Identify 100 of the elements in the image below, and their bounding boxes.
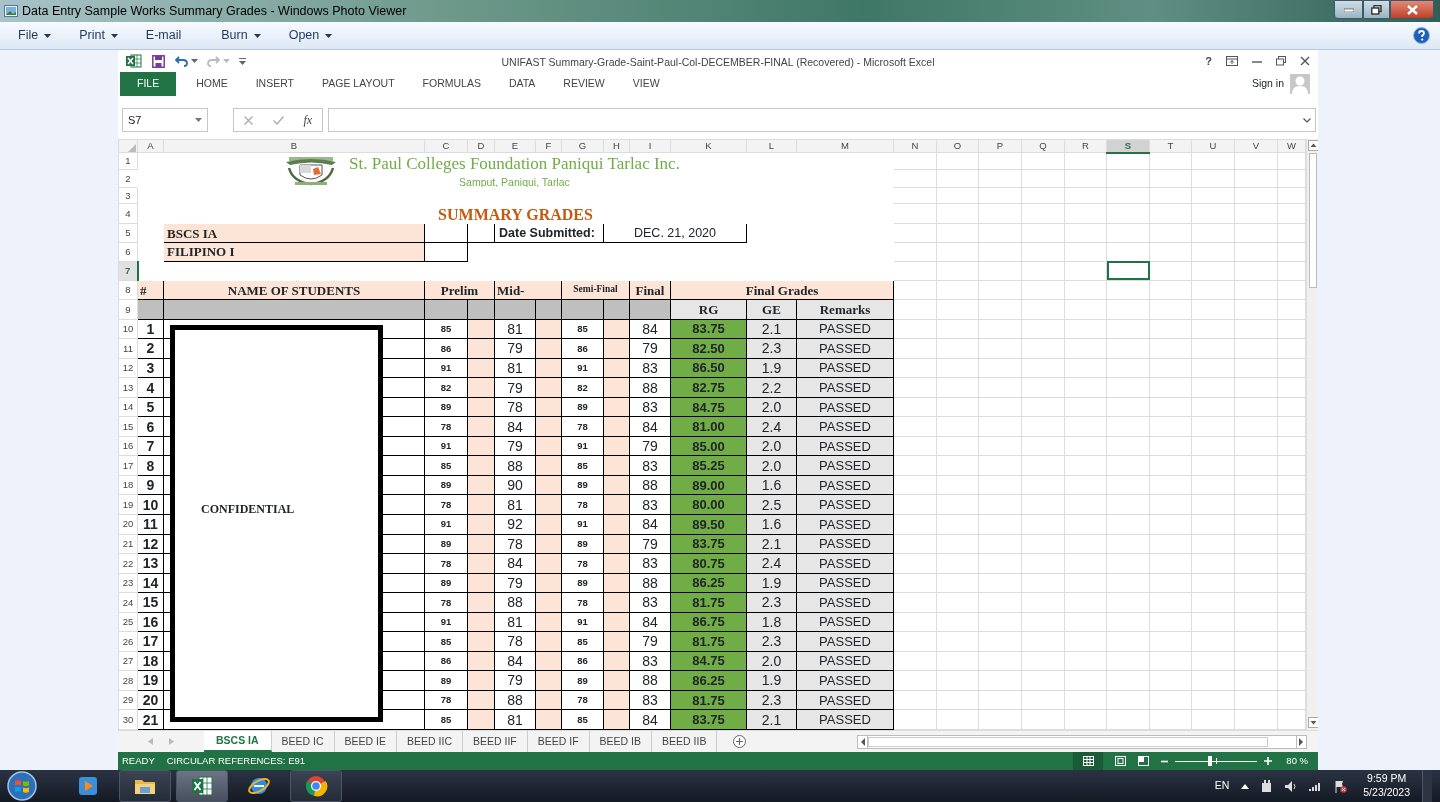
scroll-down-icon[interactable] [1308,717,1318,728]
menu-item[interactable]: Print [79,26,130,45]
language-indicator[interactable]: EN [1214,778,1230,794]
table-cell: 83 [629,455,671,476]
name-box[interactable]: S7 [122,108,208,132]
date-label: Date Submitted: [494,223,604,243]
ribbon-tab[interactable]: PAGE LAYOUT [308,72,409,96]
column-header[interactable]: N [893,139,937,153]
column-header[interactable]: W [1277,139,1306,153]
power-icon[interactable] [1261,779,1274,793]
column-header[interactable]: P [978,139,1022,153]
ribbon-display-icon[interactable] [1226,56,1238,66]
table-cell: 4 [137,377,164,398]
table-cell: 83 [629,651,671,671]
column-header[interactable]: D [467,139,495,153]
page-layout-icon[interactable] [1115,756,1127,766]
taskbar-button[interactable] [290,770,342,802]
restore-icon[interactable] [1276,56,1286,66]
signal-icon[interactable] [1309,781,1323,791]
column-header[interactable]: G [561,139,604,153]
menu-item[interactable]: Burn [221,26,273,45]
menu-item[interactable]: File [18,26,64,45]
column-header[interactable]: L [746,139,797,153]
ribbon-tab[interactable]: VIEW [618,72,674,96]
menu-item[interactable]: Open [288,26,345,45]
column-header[interactable]: B [163,139,425,153]
clock-time[interactable]: 9:59 PM [1367,772,1407,786]
column-header[interactable]: T [1149,139,1192,153]
column-header[interactable]: O [936,139,979,153]
row-header[interactable]: 4 [118,203,138,224]
scrollbar-thumb[interactable] [868,736,1268,747]
formula-input[interactable] [328,108,1316,132]
add-sheet-icon[interactable] [733,735,747,748]
table-cell: 89 [424,397,468,417]
normal-view-button[interactable] [1073,752,1104,770]
close-button[interactable] [1390,0,1434,19]
table-cell: 79 [494,436,536,456]
close-icon[interactable] [1300,56,1310,66]
help-button[interactable]: ? [1205,52,1212,70]
minimize-button[interactable] [1334,0,1363,19]
column-header[interactable]: K [670,139,747,153]
help-icon[interactable] [1413,27,1430,44]
column-header[interactable]: R [1064,139,1107,153]
column-header[interactable]: S [1106,139,1150,153]
taskbar-button[interactable] [119,770,171,802]
scrollbar-thumb[interactable] [1309,153,1317,288]
table-cell: 78 [424,553,468,574]
column-heading: Final Grades [670,280,894,300]
column-header[interactable]: E [494,139,536,153]
school-address: Samput, Paniqui, Tarlac [459,176,570,187]
expand-icon[interactable] [1303,117,1311,123]
table-cell: 91 [561,436,604,456]
column-header[interactable]: F [535,139,562,153]
save-icon[interactable] [152,54,165,68]
column-header[interactable]: M [796,139,894,153]
page-break-icon[interactable] [1138,756,1150,766]
restore-button[interactable] [1363,0,1390,19]
column-header[interactable]: U [1191,139,1235,153]
close-icon [1406,4,1418,15]
slider-thumb[interactable] [1207,756,1212,766]
spreadsheet-icon[interactable] [126,54,142,68]
column-header[interactable]: V [1234,139,1278,153]
table-cell: 3 [137,358,164,378]
taskbar-button[interactable] [176,770,228,802]
column-header[interactable]: H [603,139,630,153]
horizontal-scrollbar[interactable] [857,734,1307,749]
zoom-slider[interactable] [1175,755,1258,767]
vertical-scrollbar[interactable] [1306,139,1318,730]
column-header[interactable]: C [424,139,468,153]
ribbon-tab[interactable]: DATA [494,72,550,96]
table-cell: 83 [629,553,671,574]
ribbon-tab[interactable]: HOME [182,72,242,96]
column-header[interactable]: I [629,139,671,153]
status-text: READY [122,753,155,768]
ribbon-tab[interactable]: FORMULAS [408,72,495,96]
insert-function-button[interactable]: fx [303,111,313,129]
column-header[interactable]: A [137,139,164,153]
customize-icon[interactable] [239,57,246,65]
table-cell: 81 [494,319,536,339]
column-header[interactable]: Q [1021,139,1065,153]
ribbon-tab[interactable]: REVIEW [549,72,619,96]
table-cell: 79 [494,377,536,398]
scroll-right-icon[interactable] [1296,735,1306,748]
sign-in-link[interactable]: Sign in [1251,76,1284,92]
table-cell: 79 [494,573,536,593]
scroll-up-icon[interactable] [1308,140,1318,151]
ribbon-tab[interactable]: FILE [120,72,177,96]
zoom-level[interactable]: 80 % [1286,753,1308,769]
table-cell: 78 [424,592,468,613]
table-cell: 16 [137,612,164,632]
clock-date[interactable]: 5/23/2023 [1363,786,1410,800]
sheet-tab[interactable]: BSCS IA [204,731,272,752]
zoom-in-icon[interactable] [1264,757,1273,765]
flag-icon[interactable] [1334,779,1348,793]
volume-icon[interactable] [1285,780,1298,792]
table-cell: 83 [629,592,671,613]
menu-item[interactable]: E-mail [145,26,194,45]
ribbon-tab[interactable]: INSERT [241,72,308,96]
show-hidden-icons[interactable] [1241,783,1250,789]
undo-icon[interactable] [175,55,188,67]
